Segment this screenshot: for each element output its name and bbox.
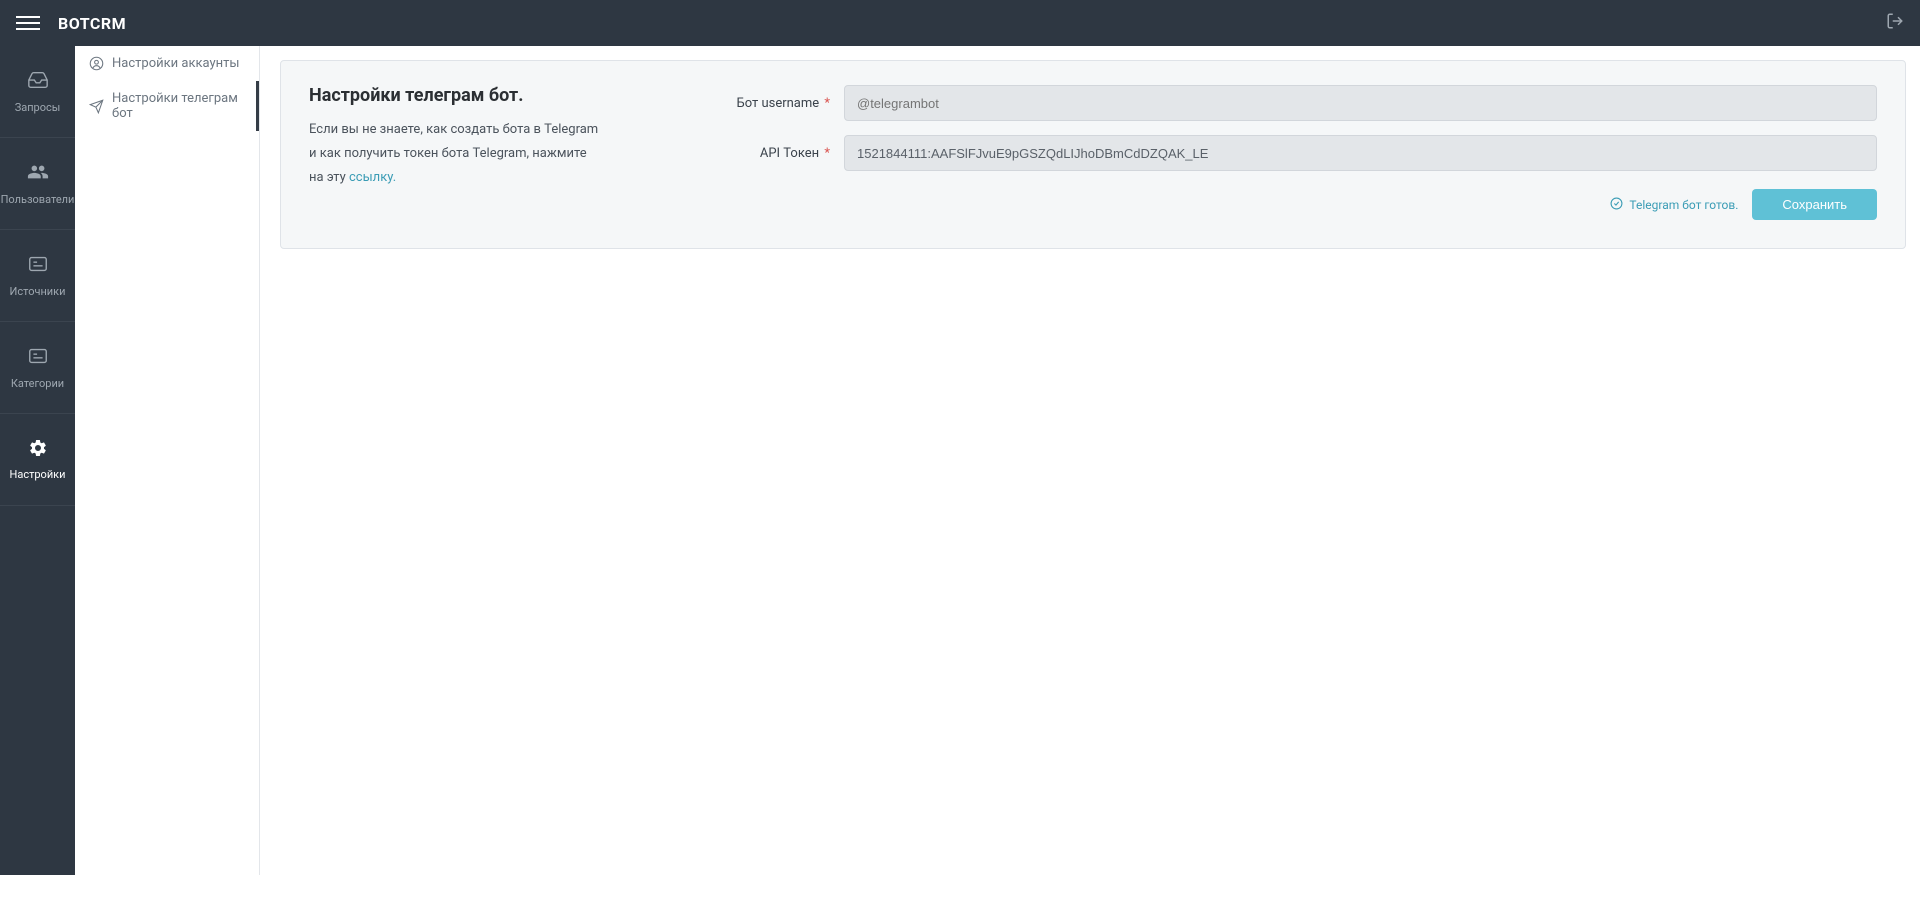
send-icon bbox=[89, 99, 104, 114]
sidebar-item-categories[interactable]: Категории bbox=[0, 322, 75, 414]
subsidebar-item-account[interactable]: Настройки аккаунты bbox=[75, 46, 259, 81]
sidebar-item-users[interactable]: Пользователи bbox=[0, 138, 75, 230]
card-icon bbox=[27, 253, 49, 279]
sidebar-item-sources[interactable]: Источники bbox=[0, 230, 75, 322]
card-form: Бот username * API Токен * Telegram бот … bbox=[644, 85, 1877, 220]
page-content: Настройки телеграм бот. Если вы не знает… bbox=[260, 46, 1920, 875]
card-help-text: Если вы не знаете, как создать бота в Te… bbox=[309, 118, 604, 190]
username-input[interactable] bbox=[844, 85, 1877, 121]
help-link[interactable]: ссылку. bbox=[349, 170, 396, 185]
form-row-username: Бот username * bbox=[644, 85, 1877, 121]
menu-toggle-button[interactable] bbox=[16, 11, 40, 35]
sidebar-item-label: Категории bbox=[11, 377, 64, 390]
app-logo: BOTCRM bbox=[58, 14, 126, 33]
main-sidebar: Запросы Пользователи Источники Категории… bbox=[0, 46, 75, 875]
form-actions: Telegram бот готов. Сохранить bbox=[644, 189, 1877, 220]
app-header: BOTCRM bbox=[0, 0, 1920, 46]
card-description: Настройки телеграм бот. Если вы не знает… bbox=[309, 85, 644, 220]
subsidebar-item-label: Настройки аккаунты bbox=[112, 56, 239, 71]
form-row-token: API Токен * bbox=[644, 135, 1877, 171]
logout-icon[interactable] bbox=[1886, 12, 1904, 34]
sidebar-item-label: Настройки bbox=[10, 468, 66, 481]
token-input[interactable] bbox=[844, 135, 1877, 171]
settings-card: Настройки телеграм бот. Если вы не знает… bbox=[280, 60, 1906, 249]
list-icon bbox=[27, 345, 49, 371]
user-circle-icon bbox=[89, 56, 104, 71]
token-label: API Токен * bbox=[644, 146, 844, 161]
subsidebar-item-label: Настройки телеграм бот bbox=[112, 91, 242, 121]
check-circle-icon bbox=[1610, 197, 1623, 213]
inbox-icon bbox=[27, 69, 49, 95]
sidebar-item-label: Пользователи bbox=[1, 193, 75, 206]
gear-icon bbox=[28, 438, 48, 462]
required-mark: * bbox=[821, 96, 830, 111]
subsidebar-item-telegram[interactable]: Настройки телеграм бот bbox=[75, 81, 259, 131]
sidebar-item-requests[interactable]: Запросы bbox=[0, 46, 75, 138]
sidebar-item-settings[interactable]: Настройки bbox=[0, 414, 75, 506]
sidebar-item-label: Запросы bbox=[15, 101, 61, 114]
sidebar-item-label: Источники bbox=[10, 285, 66, 298]
card-title: Настройки телеграм бот. bbox=[309, 85, 604, 106]
users-icon bbox=[27, 161, 49, 187]
settings-subsidebar: Настройки аккаунты Настройки телеграм бо… bbox=[75, 46, 260, 875]
required-mark: * bbox=[821, 146, 830, 161]
status-message: Telegram бот готов. bbox=[1610, 197, 1738, 213]
username-label: Бот username * bbox=[644, 96, 844, 111]
save-button[interactable]: Сохранить bbox=[1752, 189, 1877, 220]
